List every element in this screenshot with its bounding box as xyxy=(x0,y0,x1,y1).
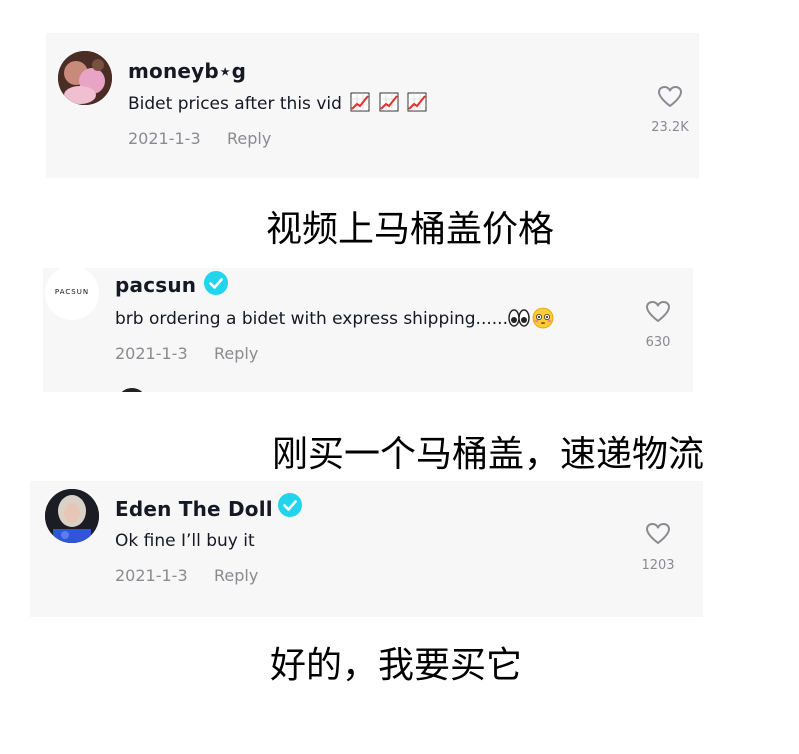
caption-1: 视频上马桶盖价格 xyxy=(266,209,555,250)
comment-date: 2021-1-3 xyxy=(115,344,188,363)
next-avatar-partial xyxy=(117,388,147,392)
eyes-icon xyxy=(508,309,530,327)
username[interactable]: moneyb⋆g xyxy=(128,59,246,83)
comment-card-1: moneyb⋆g Bidet prices after this vid 202… xyxy=(46,33,699,178)
avatar-text: PACSUN xyxy=(54,288,90,296)
chart-increasing-icon xyxy=(350,92,370,112)
verified-badge-icon xyxy=(204,271,228,295)
comment-card-3: Eden The Doll Ok fine I’ll buy it 2021-1… xyxy=(30,481,703,617)
comment-text: Ok fine I’ll buy it xyxy=(115,531,255,551)
comment-card-2: PACSUN pacsun brb ordering a bidet with … xyxy=(43,268,693,392)
avatar[interactable] xyxy=(58,51,112,105)
caption-2: 刚买一个马桶盖，速递物流 xyxy=(272,434,705,475)
caption-3: 好的，我要买它 xyxy=(270,645,523,686)
heart-icon[interactable] xyxy=(645,300,671,324)
comment-text-content: Bidet prices after this vid xyxy=(128,94,342,114)
username[interactable]: Eden The Doll xyxy=(115,497,273,521)
like-count: 1203 xyxy=(641,558,675,573)
reply-button[interactable]: Reply xyxy=(214,566,258,585)
comment-text: Bidet prices after this vid xyxy=(128,92,427,114)
verified-badge-icon xyxy=(278,493,302,517)
like-count: 23.2K xyxy=(651,120,689,135)
flushed-face-icon xyxy=(532,307,554,329)
like-count: 630 xyxy=(645,335,671,350)
heart-icon[interactable] xyxy=(645,522,671,546)
reply-button[interactable]: Reply xyxy=(227,129,271,148)
avatar[interactable] xyxy=(45,489,99,543)
avatar-image xyxy=(58,51,112,105)
comment-date: 2021-1-3 xyxy=(115,566,188,585)
heart-icon[interactable] xyxy=(657,85,683,109)
chart-increasing-icon xyxy=(407,92,427,112)
comment-date: 2021-1-3 xyxy=(128,129,201,148)
avatar-image xyxy=(45,489,99,543)
chart-increasing-icon xyxy=(379,92,399,112)
avatar[interactable]: PACSUN xyxy=(45,268,99,320)
comment-text: brb ordering a bidet with express shippi… xyxy=(115,307,554,329)
username[interactable]: pacsun xyxy=(115,273,196,297)
reply-button[interactable]: Reply xyxy=(214,344,258,363)
comment-text-content: brb ordering a bidet with express shippi… xyxy=(115,309,508,329)
